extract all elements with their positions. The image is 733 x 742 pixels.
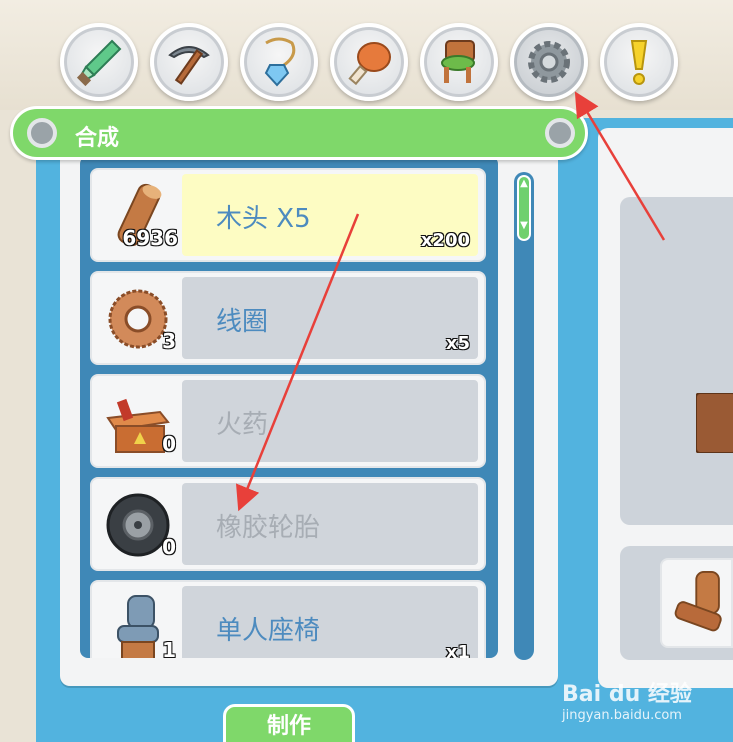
exclamation-icon [630,40,648,85]
recipe-item-seat[interactable]: 1 单人座椅 x1 [90,580,486,658]
wood-log-icon [674,571,722,632]
make-button[interactable]: 制作 [223,704,355,742]
header-knob-left [27,118,57,148]
watermark-line2: jingyan.baidu.com [562,708,682,723]
scrollbar-track[interactable] [514,172,534,660]
recipe-item-coil[interactable]: 3 线圈 x5 [90,271,486,365]
header-knob-right [545,118,575,148]
recipe-item-wood[interactable]: 6936 木头 X5 x200 [90,168,486,262]
pickaxe-icon [168,46,210,85]
category-furniture-button[interactable] [420,23,498,101]
drumstick-icon [348,42,391,86]
scrollbar-thumb[interactable]: ▲ ▼ [517,175,531,241]
gear-icon [528,41,570,83]
yield-count: x1 [445,642,470,658]
item-preview [620,197,733,525]
category-accessory-button[interactable] [240,23,318,101]
category-quest-button[interactable] [600,23,678,101]
owned-count: 6936 [122,226,178,250]
recipe-item-tire[interactable]: 0 橡胶轮胎 [90,477,486,571]
yield-count: x5 [445,333,470,354]
category-material-button[interactable] [510,23,588,101]
crafting-header: 合成 [10,106,588,160]
owned-count: 3 [162,329,176,353]
recipe-name: 单人座椅 [216,616,321,646]
page-title: 合成 [75,126,120,151]
wood-plank-icon [696,393,733,453]
category-tool-button[interactable] [150,23,228,101]
gem-amulet-icon [264,37,296,87]
recipe-name: 橡胶轮胎 [216,513,321,543]
recipe-name: 火药 [216,410,269,440]
owned-count: 0 [162,535,176,559]
material-slot[interactable] [660,558,733,648]
category-weapon-button[interactable] [60,23,138,101]
category-food-button[interactable] [330,23,408,101]
owned-count: 1 [162,638,176,658]
recipe-item-gunpowder[interactable]: 0 火药 [90,374,486,468]
watermark-line1: Bai du 经验 [562,682,692,707]
recipe-list[interactable]: 6936 木头 X5 x200 3 线圈 x5 0 火药 0 橡胶轮胎 1 单人… [80,156,498,658]
owned-count: 0 [162,432,176,456]
baidu-watermark: Bai du 经验 jingyan.baidu.com [562,676,712,726]
chair-icon [441,40,475,83]
recipe-name: 线圈 [216,307,269,337]
yield-count: x200 [420,230,470,251]
sword-icon [76,39,122,87]
recipe-name: 木头 X5 [216,204,311,234]
